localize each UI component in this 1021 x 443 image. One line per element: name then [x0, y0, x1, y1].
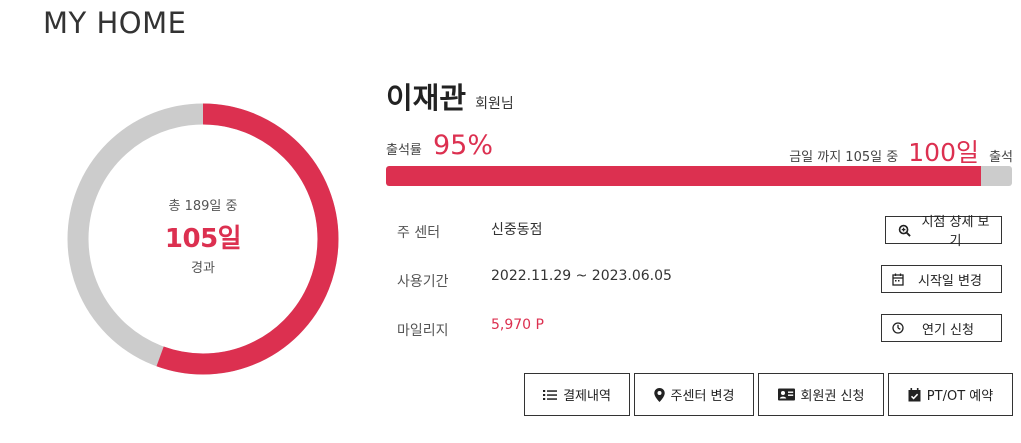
branch-detail-button[interactable]: 지점 상세 보기 [885, 215, 1002, 249]
branch-detail-label: 지점 상세 보기 [921, 215, 990, 249]
attendance-count: 금일 까지 105일 중 100일 출석 [789, 133, 1013, 169]
calendar-check-icon [908, 387, 921, 402]
payment-history-label: 결제내역 [563, 389, 611, 404]
payment-history-button[interactable]: 결제내역 [524, 373, 630, 416]
extension-request-button[interactable]: 연기 신청 [881, 314, 1002, 342]
id-card-icon [777, 388, 795, 401]
change-start-date-button[interactable]: 시작일 변경 [881, 265, 1002, 293]
attendance-suffix: 출석 [989, 150, 1013, 165]
change-start-date-label: 시작일 변경 [918, 273, 982, 289]
donut-total-text: 총 189일 중 [168, 198, 238, 214]
member-header: 이재관 회원님 [386, 75, 514, 117]
map-pin-icon [653, 387, 665, 402]
mileage-label: 마일리지 [397, 323, 449, 339]
attendance-progress-bar [386, 166, 1012, 186]
attendance-days: 100일 [908, 138, 979, 167]
attendance-prefix: 금일 까지 105일 중 [789, 150, 899, 165]
change-center-label: 주센터 변경 [670, 389, 735, 404]
page-title: MY HOME [43, 6, 187, 40]
donut-note: 경과 [191, 260, 215, 276]
donut-center: 총 189일 중 105일 경과 [67, 103, 339, 375]
change-center-button[interactable]: 주센터 변경 [634, 373, 754, 416]
center-label: 주 센터 [397, 225, 441, 241]
pt-ot-booking-button[interactable]: PT/OT 예약 [888, 373, 1013, 416]
list-icon [543, 389, 558, 401]
attendance-progress-fill [386, 166, 981, 186]
period-value: 2022.11.29 ~ 2023.06.05 [491, 268, 672, 284]
donut-elapsed-days: 105일 [164, 223, 242, 254]
member-suffix: 회원님 [475, 96, 514, 112]
membership-apply-button[interactable]: 회원권 신청 [758, 373, 884, 416]
center-value: 신중동점 [491, 222, 543, 238]
clock-icon [892, 322, 904, 334]
attendance-rate: 출석률 95% [386, 130, 493, 161]
calendar-icon [892, 273, 904, 286]
member-name: 이재관 [386, 81, 467, 115]
period-label: 사용기간 [397, 274, 449, 290]
attendance-percent: 95% [432, 130, 493, 161]
extension-request-label: 연기 신청 [922, 322, 974, 338]
mileage-value: 5,970 P [491, 317, 544, 333]
attendance-label: 출석률 [386, 143, 422, 158]
period-donut-chart: 총 189일 중 105일 경과 [67, 103, 339, 375]
membership-apply-label: 회원권 신청 [800, 389, 865, 404]
magnifier-plus-icon [898, 224, 911, 237]
pt-ot-booking-label: PT/OT 예약 [926, 389, 994, 404]
